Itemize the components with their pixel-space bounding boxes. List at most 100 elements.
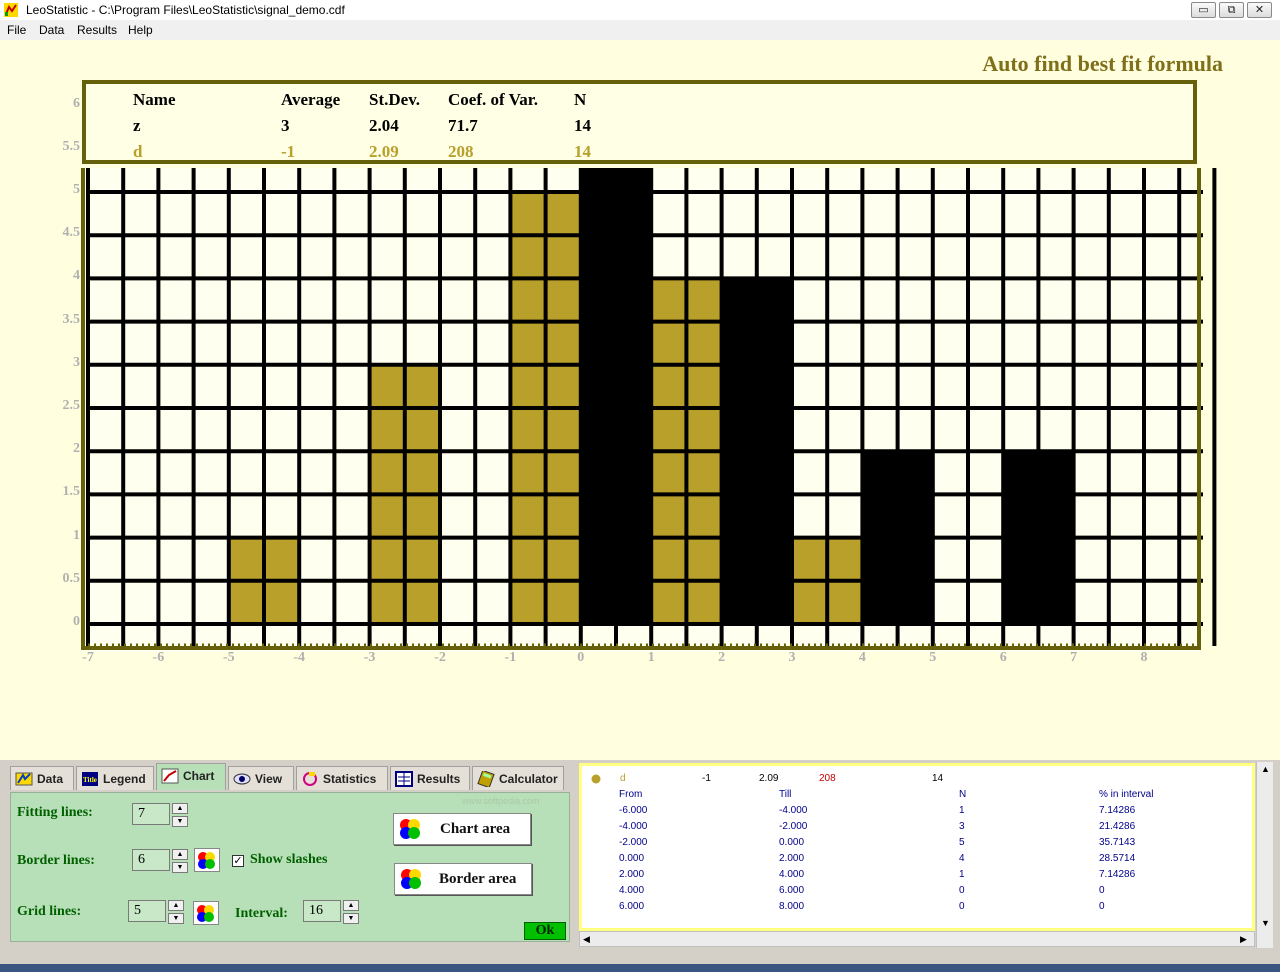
interval-label: Interval: <box>235 906 288 921</box>
title-bar: LeoStatistic - C:\Program Files\LeoStati… <box>0 0 1280 21</box>
scroll-right-arrow[interactable]: ▶ <box>1240 934 1247 945</box>
grid-lines-stepper: 5 ▲ ▼ <box>128 900 186 924</box>
y-tick-label: 1 <box>73 527 80 543</box>
tab-data[interactable]: Data <box>10 766 74 790</box>
calculator-icon <box>477 771 495 787</box>
ok-button[interactable]: Ok <box>524 922 566 940</box>
x-tick-label: -3 <box>363 650 376 665</box>
x-tick-label: 8 <box>1140 650 1148 665</box>
result-series-n: 14 <box>932 773 944 784</box>
result-till: 4.000 <box>779 869 805 880</box>
border-lines-up[interactable]: ▲ <box>172 849 188 860</box>
grid-lines-input[interactable]: 5 <box>128 900 166 922</box>
stat-d-average: -1 <box>281 142 296 161</box>
tab-chart[interactable]: Chart <box>156 763 226 790</box>
interval-stepper: 16 ▲ ▼ <box>303 900 361 924</box>
menu-bar: File Data Results Help <box>0 20 1280 40</box>
legend-icon: Title <box>82 772 98 786</box>
chart-area-button[interactable]: Chart area <box>393 813 531 845</box>
stat-header-cov: Coef. of Var. <box>448 90 539 109</box>
tab-chart-label: Chart <box>183 769 215 783</box>
tab-statistics[interactable]: Statistics <box>296 766 388 790</box>
scroll-down-arrow[interactable]: ▼ <box>1261 918 1270 928</box>
fitting-lines-input[interactable]: 7 <box>132 803 170 825</box>
scroll-left-arrow[interactable]: ◀ <box>583 934 590 945</box>
stat-d-stdev: 2.09 <box>369 142 399 161</box>
result-percent: 35.7143 <box>1099 837 1136 848</box>
result-till: -2.000 <box>779 821 808 832</box>
stat-d-n: 14 <box>574 142 591 161</box>
border-lines-input[interactable]: 6 <box>132 849 170 871</box>
border-area-label: Border area <box>439 871 517 887</box>
x-tick-label: 1 <box>647 650 655 665</box>
grid-color-button[interactable] <box>193 901 219 925</box>
result-till: 0.000 <box>779 837 805 848</box>
x-tick-label: -7 <box>82 650 94 665</box>
y-tick-label: 1.5 <box>62 484 81 500</box>
border-color-button[interactable] <box>194 848 220 872</box>
data-icon <box>15 772 33 786</box>
tab-view[interactable]: View <box>228 766 294 790</box>
result-percent: 28.5714 <box>1099 853 1136 864</box>
chart-area-label: Chart area <box>440 821 511 837</box>
menu-data[interactable]: Data <box>39 23 64 37</box>
result-n: 4 <box>959 853 965 864</box>
restore-button[interactable]: ⧉ <box>1219 2 1244 18</box>
grid-lines-down[interactable]: ▼ <box>168 913 184 924</box>
interval-down[interactable]: ▼ <box>343 913 359 924</box>
y-tick-label: 2.5 <box>62 398 81 413</box>
tab-statistics-label: Statistics <box>323 772 377 786</box>
tab-calculator-label: Calculator <box>499 772 558 786</box>
results-vertical-scrollbar[interactable]: ▲ ▼ <box>1256 762 1273 948</box>
interval-up[interactable]: ▲ <box>343 900 359 911</box>
tab-view-label: View <box>255 772 283 786</box>
result-percent: 7.14286 <box>1099 805 1136 816</box>
chart-icon <box>161 768 179 784</box>
menu-help[interactable]: Help <box>128 23 153 37</box>
fitting-lines-down[interactable]: ▼ <box>172 816 188 827</box>
stat-z-average: 3 <box>281 116 290 135</box>
result-series-name: d <box>620 773 626 784</box>
watermark: www.softpedia.com <box>462 796 540 806</box>
palette-icon <box>197 905 214 922</box>
result-till: 6.000 <box>779 885 805 896</box>
tab-calculator[interactable]: Calculator <box>472 766 564 790</box>
border-lines-stepper: 6 ▲ ▼ <box>132 849 190 873</box>
result-n: 1 <box>959 805 965 816</box>
stat-header-average: Average <box>281 90 341 109</box>
results-horizontal-scrollbar[interactable]: ◀ ▶ <box>579 931 1255 947</box>
x-tick-label: 7 <box>1070 650 1078 665</box>
grid-lines-label: Grid lines: <box>17 904 82 919</box>
bottom-panel: Data Title Legend Chart View Statistics … <box>0 760 1280 972</box>
border-lines-label: Border lines: <box>17 853 95 868</box>
chart-settings-panel: Fitting lines: 7 ▲ ▼ Border lines: 6 ▲ ▼… <box>10 792 570 942</box>
result-header-till: Till <box>779 789 792 800</box>
y-tick-label: 5 <box>73 182 80 197</box>
result-series-average: -1 <box>702 773 711 784</box>
close-button[interactable]: ✕ <box>1247 2 1272 18</box>
interval-input[interactable]: 16 <box>303 900 341 922</box>
minimize-button[interactable]: ▭ <box>1191 2 1216 18</box>
show-slashes-checkbox[interactable]: ✓ <box>232 855 244 867</box>
result-n: 5 <box>959 837 965 848</box>
tab-results[interactable]: Results <box>390 766 470 790</box>
result-from: -4.000 <box>619 821 648 832</box>
border-area-button[interactable]: Border area <box>394 863 532 895</box>
scroll-up-arrow[interactable]: ▲ <box>1261 764 1270 774</box>
result-percent: 21.4286 <box>1099 821 1136 832</box>
y-tick-label: 5.5 <box>62 138 81 154</box>
main-area: Auto find best fit formula Name Average … <box>0 40 1280 760</box>
menu-results[interactable]: Results <box>77 23 117 37</box>
x-tick-label: -4 <box>293 650 306 665</box>
border-lines-down[interactable]: ▼ <box>172 862 188 873</box>
show-slashes-label: Show slashes <box>250 852 328 867</box>
menu-file[interactable]: File <box>7 23 26 37</box>
stat-z-stdev: 2.04 <box>369 116 399 135</box>
result-n: 1 <box>959 869 965 880</box>
stat-header-n: N <box>574 90 587 109</box>
tab-legend[interactable]: Title Legend <box>76 766 154 790</box>
grid-lines-up[interactable]: ▲ <box>168 900 184 911</box>
eye-icon <box>233 773 251 785</box>
fitting-lines-up[interactable]: ▲ <box>172 803 188 814</box>
result-from: 0.000 <box>619 853 645 864</box>
